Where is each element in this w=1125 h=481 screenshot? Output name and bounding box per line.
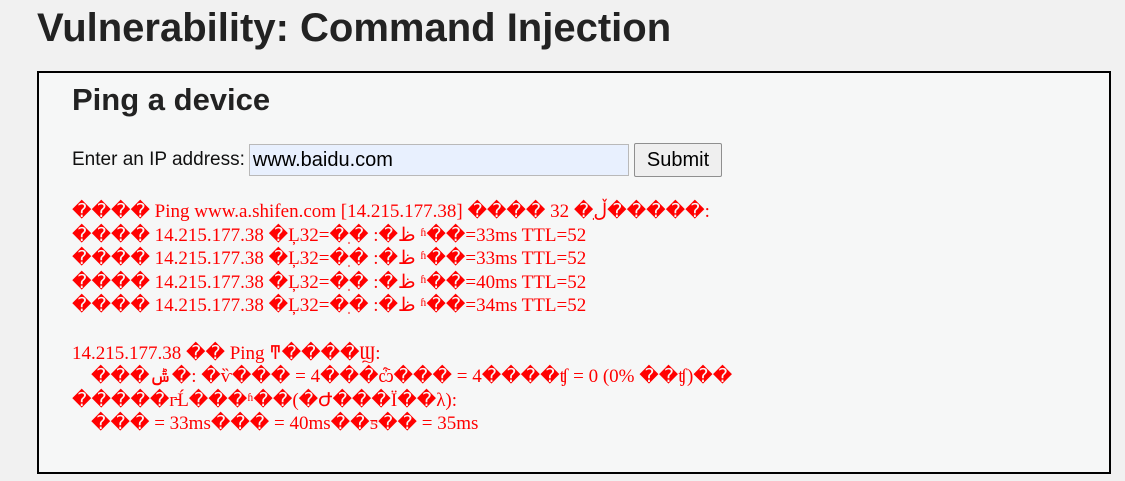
ip-address-label: Enter an IP address: <box>72 149 245 170</box>
output-line: �����г̵Ĺ���ʱ��(�Ժ���Ϊ��λ): <box>72 389 458 411</box>
ip-address-input[interactable] <box>248 144 629 176</box>
output-line: ���ݰ�: �ѷ��� = 4���ѽ��� = 4����ʧ = 0 (0%… <box>72 366 733 388</box>
output-line: ���� Ping www.a.shifen.com [14.215.177.3… <box>72 201 710 222</box>
submit-button[interactable]: Submit <box>633 143 723 177</box>
form-heading: Ping a device <box>72 82 271 117</box>
output-line: ���� 14.215.177.38 �Ļظ�: �ֽ�=32 ʱ��=34ms… <box>72 295 587 317</box>
vulnerability-box: Ping a device Enter an IP address: Submi… <box>37 71 1111 474</box>
output-line: ���� 14.215.177.38 �Ļظ�: �ֽ�=32 ʱ��=33ms… <box>72 224 587 246</box>
ping-output: ���� Ping www.a.shifen.com [14.215.177.3… <box>72 200 732 436</box>
output-line: ��� = 33ms��� = 40ms��ƽ�� = 35ms <box>72 413 479 435</box>
output-blank-line <box>72 318 732 342</box>
output-line: ���� 14.215.177.38 �Ļظ�: �ֽ�=32 ʱ��=40ms… <box>72 271 587 293</box>
page-title: Vulnerability: Command Injection <box>37 6 672 50</box>
output-line: 14.215.177.38 �� Ping ͳ����Ϣ: <box>72 342 381 364</box>
output-line: ���� 14.215.177.38 �Ļظ�: �ֽ�=32 ʱ��=33ms… <box>72 248 587 270</box>
ping-form: Enter an IP address: Submit <box>72 143 723 177</box>
